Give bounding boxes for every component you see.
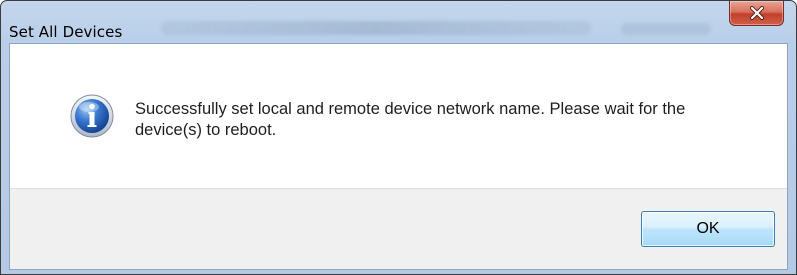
dialog-message: Successfully set local and remote device… (135, 100, 686, 139)
dialog-client-area: Successfully set local and remote device… (9, 43, 788, 270)
dialog-window: Set All Devices Successfully set local a… (0, 0, 797, 275)
background-window-ghost-text (161, 21, 591, 35)
dialog-title: Set All Devices (9, 23, 123, 41)
button-bar: OK (10, 188, 787, 269)
ok-button[interactable]: OK (641, 211, 775, 247)
close-icon (749, 6, 764, 20)
message-area: Successfully set local and remote device… (10, 44, 787, 188)
information-icon (70, 94, 114, 138)
title-bar[interactable]: Set All Devices (1, 1, 796, 41)
background-window-ghost-text (621, 23, 711, 35)
close-button[interactable] (729, 1, 784, 26)
